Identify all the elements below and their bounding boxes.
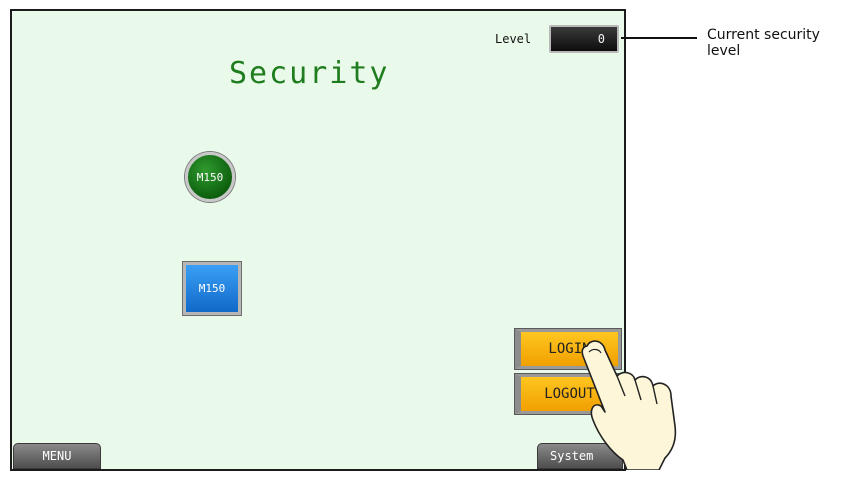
page-title: Security (229, 56, 390, 91)
hmi-screen: Security Level 0 M150 M150 LOGIN LOGOUT … (10, 9, 626, 471)
m150-switch[interactable]: M150 (183, 262, 241, 315)
callout-text: Current security level (707, 27, 820, 59)
security-level-display: 0 (549, 25, 619, 53)
menu-button[interactable]: MENU (13, 443, 101, 469)
level-label: Level (495, 32, 532, 46)
m150-lamp: M150 (185, 152, 235, 202)
hand-pointer-icon (581, 340, 677, 470)
callout-line (621, 37, 697, 39)
